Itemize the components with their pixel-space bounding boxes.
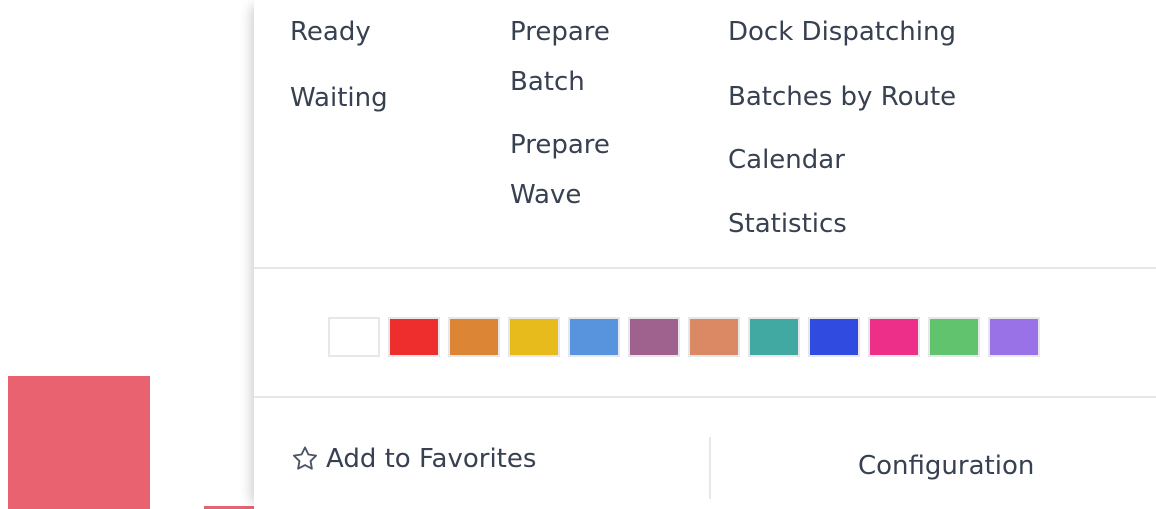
menu-item-calendar[interactable]: Calendar (728, 135, 845, 185)
color-swatch[interactable] (748, 317, 800, 357)
color-swatch-fill (630, 319, 678, 355)
color-swatch[interactable] (928, 317, 980, 357)
color-swatch-fill (330, 319, 378, 355)
color-swatch[interactable] (868, 317, 920, 357)
color-swatch-fill (990, 319, 1038, 355)
menu-item-waiting[interactable]: Waiting (290, 73, 388, 123)
add-to-favorites-label: Add to Favorites (326, 444, 537, 474)
menu-item-prepare-batch[interactable]: Prepare Batch (510, 7, 650, 107)
footer-separator (709, 437, 711, 499)
card-dropdown-menu: Ready Waiting Prepare Batch Prepare Wave… (254, 0, 1156, 509)
star-outline-icon (292, 446, 318, 470)
color-swatch-fill (930, 319, 978, 355)
color-swatch-fill (750, 319, 798, 355)
color-swatch-fill (390, 319, 438, 355)
color-swatch[interactable] (508, 317, 560, 357)
color-swatch[interactable] (568, 317, 620, 357)
color-swatch-fill (810, 319, 858, 355)
color-swatch[interactable] (988, 317, 1040, 357)
menu-divider (254, 267, 1156, 269)
add-to-favorites-button[interactable]: Add to Favorites (290, 444, 536, 474)
color-picker (328, 317, 1040, 357)
background-kanban-card[interactable] (8, 376, 150, 509)
menu-item-ready[interactable]: Ready (290, 7, 371, 57)
menu-item-dock-dispatching[interactable]: Dock Dispatching (728, 7, 956, 57)
color-swatch-fill (870, 319, 918, 355)
menu-divider (254, 396, 1156, 398)
color-swatch[interactable] (328, 317, 380, 357)
color-swatch[interactable] (448, 317, 500, 357)
menu-item-batches-by-route[interactable]: Batches by Route (728, 72, 956, 122)
color-swatch-fill (570, 319, 618, 355)
configuration-button[interactable]: Configuration (858, 444, 1034, 488)
color-swatch-fill (690, 319, 738, 355)
color-swatch[interactable] (388, 317, 440, 357)
menu-item-prepare-wave[interactable]: Prepare Wave (510, 120, 650, 220)
color-swatch[interactable] (808, 317, 860, 357)
menu-item-statistics[interactable]: Statistics (728, 199, 847, 249)
color-swatch[interactable] (688, 317, 740, 357)
color-swatch-fill (510, 319, 558, 355)
color-swatch[interactable] (628, 317, 680, 357)
color-swatch-fill (450, 319, 498, 355)
